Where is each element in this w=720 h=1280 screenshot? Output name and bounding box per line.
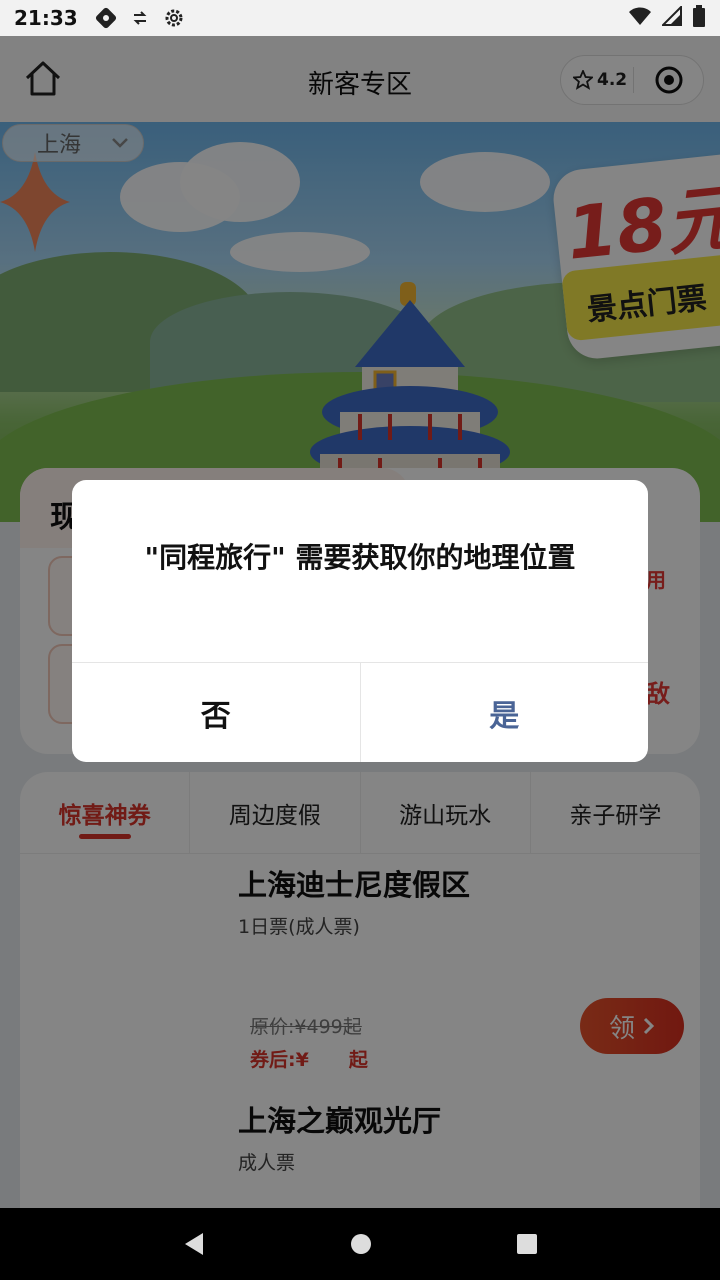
back-icon[interactable] [181, 1231, 207, 1257]
wifi-icon [628, 6, 652, 31]
status-bar: 21:33 [0, 0, 720, 36]
debug-icon [94, 6, 118, 30]
dialog-message: "同程旅行" 需要获取你的地理位置 [144, 541, 576, 574]
status-time: 21:33 [14, 6, 78, 30]
location-permission-dialog: "同程旅行" 需要获取你的地理位置 否 是 [72, 480, 648, 762]
signal-icon [660, 4, 682, 31]
system-nav-bar [0, 1208, 720, 1280]
settings-icon [162, 6, 186, 30]
allow-button[interactable]: 是 [361, 663, 649, 762]
battery-icon [692, 4, 706, 32]
deny-button[interactable]: 否 [72, 663, 361, 762]
home-nav-icon[interactable] [349, 1232, 373, 1256]
recents-icon[interactable] [515, 1232, 539, 1256]
data-saver-icon [128, 6, 152, 30]
dialog-buttons: 否 是 [72, 662, 648, 762]
